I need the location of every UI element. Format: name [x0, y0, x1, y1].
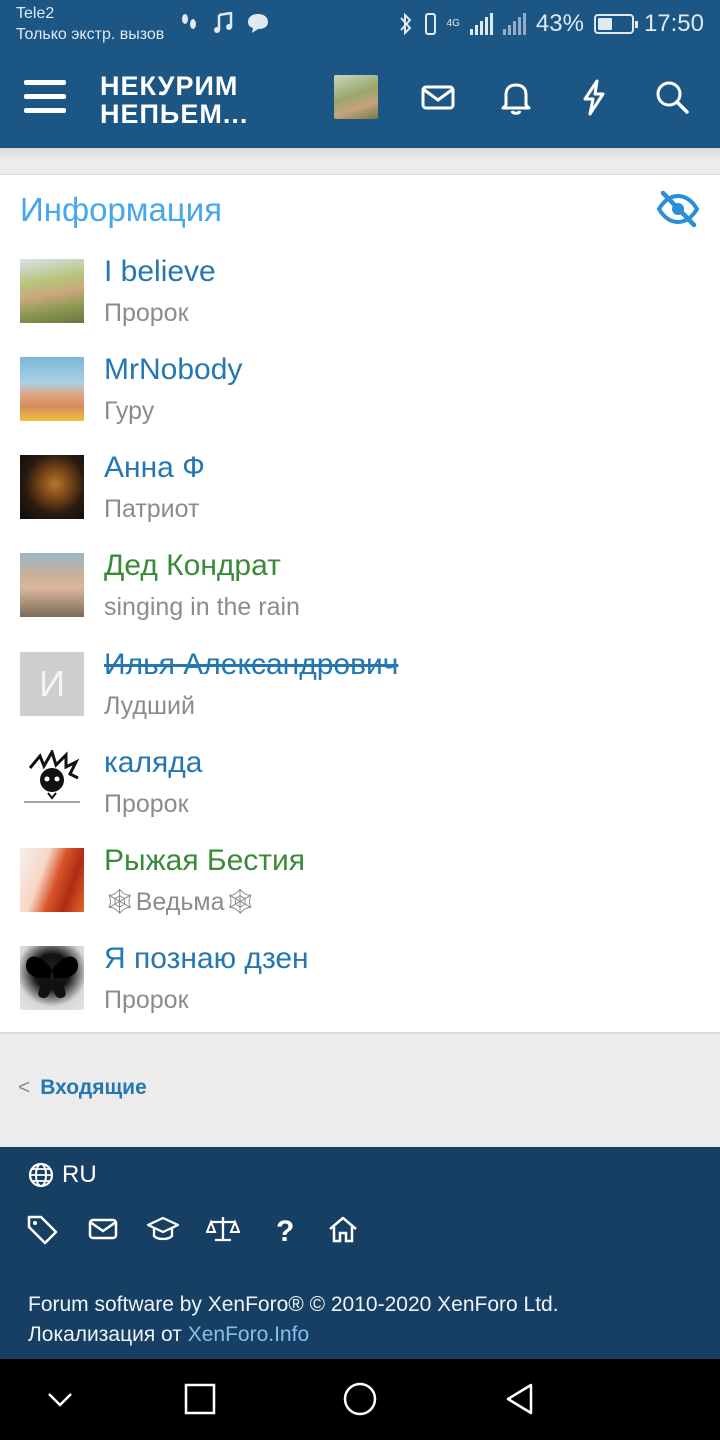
battery-fill [597, 18, 612, 30]
home-button-icon[interactable] [340, 1379, 380, 1419]
member-title: Пророк [104, 299, 189, 327]
localization-link[interactable]: XenForo.Info [188, 1323, 309, 1346]
status-bar: Tele2 Только экстр. вызов 4G 43% 17:50 [0, 0, 720, 58]
battery-icon [593, 14, 638, 34]
member-name[interactable]: каляда [104, 746, 202, 780]
member-row[interactable]: Я познаю дзен Пророк [0, 942, 720, 1044]
member-name[interactable]: Я познаю дзен [104, 942, 309, 976]
back-button-icon[interactable] [500, 1379, 540, 1419]
member-name[interactable]: Дед Кондрат [104, 549, 281, 583]
member-avatar[interactable] [20, 553, 84, 617]
member-name[interactable]: MrNobody [104, 353, 242, 387]
member-title: 🕸Ведьма🕸 [104, 888, 257, 916]
member-avatar[interactable] [20, 848, 84, 912]
home-icon[interactable] [326, 1213, 360, 1245]
member-avatar[interactable] [20, 750, 84, 814]
contact-mail-icon[interactable] [86, 1213, 120, 1245]
footprint-icon [182, 14, 196, 29]
bolt-icon[interactable] [574, 77, 614, 117]
help-icon[interactable]: ? [266, 1213, 300, 1245]
breadcrumb-back-link[interactable]: < Входящие [18, 1076, 147, 1100]
member-name[interactable]: Рыжая Бестия [104, 844, 305, 878]
language-chooser[interactable]: RU [28, 1161, 97, 1189]
site-header: НЕКУРИМ НЕПЬЕМ... [0, 58, 720, 148]
search-icon[interactable] [652, 77, 692, 117]
user-avatar[interactable] [334, 75, 378, 119]
localization-prefix: Локализация от [28, 1323, 188, 1346]
member-avatar[interactable] [20, 455, 84, 519]
signal-icon [469, 13, 493, 35]
logo-line-2: НЕПЬЕМ... [100, 99, 249, 129]
music-icon [214, 11, 233, 33]
battery-percent: 43% [535, 10, 584, 37]
member-title: Пророк [104, 986, 189, 1014]
back-link-label: Входящие [40, 1076, 147, 1099]
tags-icon[interactable] [26, 1213, 60, 1245]
butterfly-icon [26, 956, 78, 998]
member-row[interactable]: Анна Ф Патриот [0, 451, 720, 553]
member-avatar-letter[interactable]: И [20, 652, 84, 716]
member-row[interactable]: каляда Пророк [0, 746, 720, 848]
drawing-avatar-icon [24, 750, 80, 803]
globe-icon [28, 1162, 54, 1188]
bluetooth-icon [399, 12, 411, 36]
member-row[interactable]: Рыжая Бестия 🕸Ведьма🕸 [0, 844, 720, 946]
inbox-icon[interactable] [418, 77, 458, 117]
status-right: 4G 43% 17:50 [399, 10, 704, 38]
site-footer: RU ? Forum software by XenForo® © 2010-2… [0, 1147, 720, 1359]
chevron-left-icon: < [18, 1076, 31, 1099]
system-nav-bar [0, 1359, 720, 1440]
footer-icon-links: ? [26, 1213, 360, 1245]
eye-slash-icon[interactable] [656, 189, 700, 229]
vibrate-icon [424, 13, 436, 35]
signal-2-icon [502, 13, 526, 35]
copyright-text: Forum software by XenForo® © 2010-2020 X… [28, 1293, 559, 1316]
member-avatar[interactable] [20, 357, 84, 421]
graduation-cap-icon[interactable] [146, 1213, 180, 1245]
member-title: Патриот [104, 495, 200, 523]
bell-icon[interactable] [496, 77, 536, 117]
member-name[interactable]: Анна Ф [104, 451, 205, 485]
member-title: Пророк [104, 790, 189, 818]
chevron-down-icon[interactable] [40, 1379, 80, 1419]
menu-icon[interactable] [24, 80, 66, 116]
member-title: singing in the rain [104, 593, 300, 621]
member-title: Гуру [104, 397, 155, 425]
chat-icon [248, 14, 269, 33]
carrier-status: Только экстр. вызов [16, 26, 165, 43]
svg-text:?: ? [276, 1215, 294, 1245]
online-members-panel: Информация I believe Пророк MrNobody Гур… [0, 174, 720, 1034]
member-row[interactable]: Дед Кондрат singing in the rain [0, 549, 720, 651]
member-name[interactable]: I believe [104, 255, 216, 289]
logo-line-1: НЕКУРИМ [100, 71, 239, 101]
member-row[interactable]: И Илья Александрович Лудший [0, 648, 720, 750]
member-title: Лудший [104, 692, 195, 720]
notification-icons [178, 11, 270, 40]
recent-apps-icon[interactable] [180, 1379, 220, 1419]
member-avatar[interactable] [20, 259, 84, 323]
member-row[interactable]: MrNobody Гуру [0, 353, 720, 455]
network-type: 4G [446, 18, 460, 29]
panel-title: Информация [20, 191, 223, 228]
scales-icon[interactable] [206, 1213, 240, 1245]
site-logo[interactable]: НЕКУРИМ НЕПЬЕМ... [100, 72, 248, 128]
member-name[interactable]: Илья Александрович [104, 648, 398, 682]
member-avatar[interactable] [20, 946, 84, 1010]
member-row[interactable]: I believe Пророк [0, 255, 720, 357]
clock: 17:50 [643, 10, 704, 37]
carrier-name: Tele2 [16, 5, 55, 22]
localization-line: Локализация от XenForo.Info [28, 1323, 309, 1347]
header-shadow [0, 148, 720, 174]
language-label: RU [62, 1161, 97, 1188]
